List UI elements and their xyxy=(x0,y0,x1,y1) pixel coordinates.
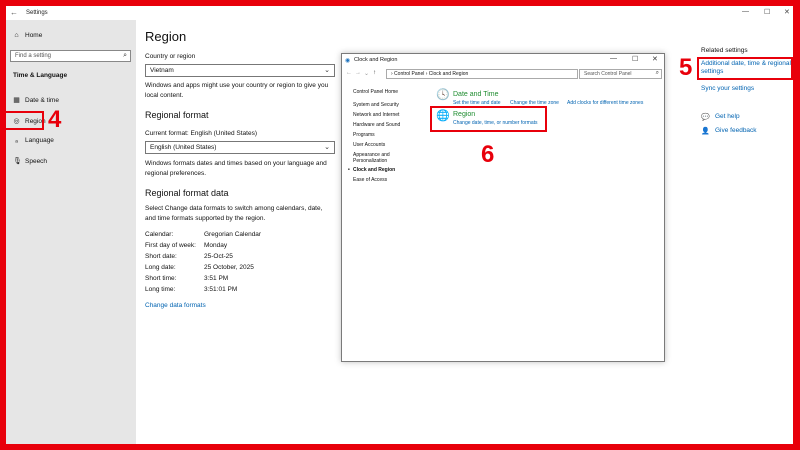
format-row-value: Monday xyxy=(204,242,228,249)
country-value: Vietnam xyxy=(150,67,174,74)
sidebar-item-date-time[interactable]: ▦ Date & time xyxy=(13,96,59,105)
breadcrumb: › Control Panel › Clock and Region xyxy=(391,71,469,77)
feedback-icon: 👤 xyxy=(701,128,710,135)
format-row-key: First day of week: xyxy=(145,242,196,249)
country-label: Country or region xyxy=(145,53,196,60)
control-panel-icon: ◉ xyxy=(345,58,351,64)
forward-icon[interactable]: → xyxy=(355,70,361,76)
cp-nav-system-security[interactable]: System and Security xyxy=(353,102,399,108)
regional-format-heading: Regional format xyxy=(145,110,209,120)
format-row-value: 25 October, 2025 xyxy=(204,264,254,271)
cp-search-input[interactable]: Search Control Panel ⌕ xyxy=(579,69,662,79)
format-row-key: Short time: xyxy=(145,275,177,282)
control-panel-window: ◉ Clock and Region — ☐ ✕ ← → ⌄ ↑ › Contr… xyxy=(341,53,665,362)
up-icon[interactable]: ↑ xyxy=(373,70,376,76)
title-bar: ← Settings — ☐ ✕ xyxy=(6,6,793,20)
format-row-key: Calendar: xyxy=(145,231,174,238)
chevron-down-icon: ⌄ xyxy=(324,144,330,151)
cp-maximize-button[interactable]: ☐ xyxy=(632,55,638,63)
cp-nav-row: ← → ⌄ ↑ › Control Panel › Clock and Regi… xyxy=(346,69,662,80)
microphone-icon: 🎙 xyxy=(13,158,22,165)
sidebar-item-label: Language xyxy=(25,137,54,144)
format-description: Windows formats dates and times based on… xyxy=(145,160,327,177)
back-icon[interactable]: ← xyxy=(346,70,352,76)
sidebar-item-label: Home xyxy=(25,32,43,39)
address-bar[interactable]: › Control Panel › Clock and Region xyxy=(386,69,578,79)
highlight-box-region xyxy=(4,111,44,130)
control-panel-title: Clock and Region xyxy=(354,57,398,63)
sidebar: ⌂ Home Find a setting ⌕ Time & Language … xyxy=(6,20,136,444)
format-row-key: Short date: xyxy=(145,253,177,260)
section-heading: Time & Language xyxy=(13,72,68,79)
page-title: Region xyxy=(145,29,187,44)
step-number-6: 6 xyxy=(481,141,495,168)
format-value: English (United States) xyxy=(150,144,217,151)
cp-search-placeholder: Search Control Panel xyxy=(584,71,632,77)
search-input[interactable]: Find a setting ⌕ xyxy=(10,50,131,62)
cp-nav-programs[interactable]: Programs xyxy=(353,132,375,138)
step-number-5: 5 xyxy=(679,54,693,81)
highlight-box-region-category xyxy=(430,106,547,132)
add-clocks-link[interactable]: Add clocks for different time zones xyxy=(567,100,643,106)
cp-nav-ease-access[interactable]: Ease of Access xyxy=(353,177,387,183)
step-number-4: 4 xyxy=(48,106,62,133)
format-row-key: Long time: xyxy=(145,286,176,293)
chevron-down-icon: ⌄ xyxy=(324,67,330,74)
country-description: Windows and apps might use your country … xyxy=(145,82,329,99)
language-icon: ₐ xyxy=(15,137,18,144)
help-icon: 💬 xyxy=(701,114,710,121)
country-dropdown[interactable]: Vietnam ⌄ xyxy=(145,64,335,77)
format-data-description: Select Change data formats to switch amo… xyxy=(145,205,323,222)
search-icon: ⌕ xyxy=(655,70,659,76)
chevron-down-icon[interactable]: ⌄ xyxy=(364,70,369,77)
sidebar-item-label: Date & time xyxy=(25,96,59,104)
related-heading: Related settings xyxy=(701,47,748,54)
home-icon: ⌂ xyxy=(14,32,19,39)
format-row-value: Gregorian Calendar xyxy=(204,231,262,238)
calendar-icon: ▦ xyxy=(13,97,20,104)
format-dropdown[interactable]: English (United States) ⌄ xyxy=(145,141,335,154)
sidebar-item-home[interactable]: ⌂ Home xyxy=(13,32,42,39)
give-feedback-link[interactable]: Give feedback xyxy=(715,127,757,134)
active-bullet-icon: • xyxy=(348,167,350,173)
format-row-key: Long date: xyxy=(145,264,176,271)
cp-nav-network[interactable]: Network and Internet xyxy=(353,112,399,118)
cp-nav-clock-region[interactable]: Clock and Region xyxy=(353,167,395,173)
date-time-category-title[interactable]: Date and Time xyxy=(453,91,499,98)
sync-settings-link[interactable]: Sync your settings xyxy=(701,85,754,92)
highlight-box-additional-settings xyxy=(697,57,793,80)
cp-minimize-button[interactable]: — xyxy=(610,55,617,62)
cp-nav-home[interactable]: Control Panel Home xyxy=(353,89,398,95)
cp-nav-hardware[interactable]: Hardware and Sound xyxy=(353,122,400,128)
sidebar-item-label: Speech xyxy=(25,157,48,165)
clock-icon: 🕓 xyxy=(436,89,450,101)
format-row-value: 3:51 PM xyxy=(204,275,229,282)
maximize-button[interactable]: ☐ xyxy=(764,8,770,16)
sidebar-item-speech[interactable]: 🎙 Speech xyxy=(13,157,48,166)
window-title: Settings xyxy=(26,10,48,16)
minimize-button[interactable]: — xyxy=(742,8,749,15)
search-icon: ⌕ xyxy=(123,52,127,59)
change-data-formats-link[interactable]: Change data formats xyxy=(145,302,206,309)
format-row-value: 3:51:01 PM xyxy=(204,286,238,293)
current-format-label: Current format: English (United States) xyxy=(145,130,257,137)
back-arrow-icon[interactable]: ← xyxy=(10,8,18,17)
close-button[interactable]: ✕ xyxy=(784,8,790,16)
cp-close-button[interactable]: ✕ xyxy=(652,55,658,63)
format-data-heading: Regional format data xyxy=(145,188,229,198)
cp-nav-personalization[interactable]: Personalization xyxy=(353,158,387,164)
get-help-link[interactable]: Get help xyxy=(715,113,740,120)
cp-nav-user-accounts[interactable]: User Accounts xyxy=(353,142,385,148)
format-row-value: 25-Oct-25 xyxy=(204,253,233,260)
sidebar-item-language[interactable]: ₐ Language xyxy=(13,137,54,144)
search-placeholder: Find a setting xyxy=(15,53,52,59)
